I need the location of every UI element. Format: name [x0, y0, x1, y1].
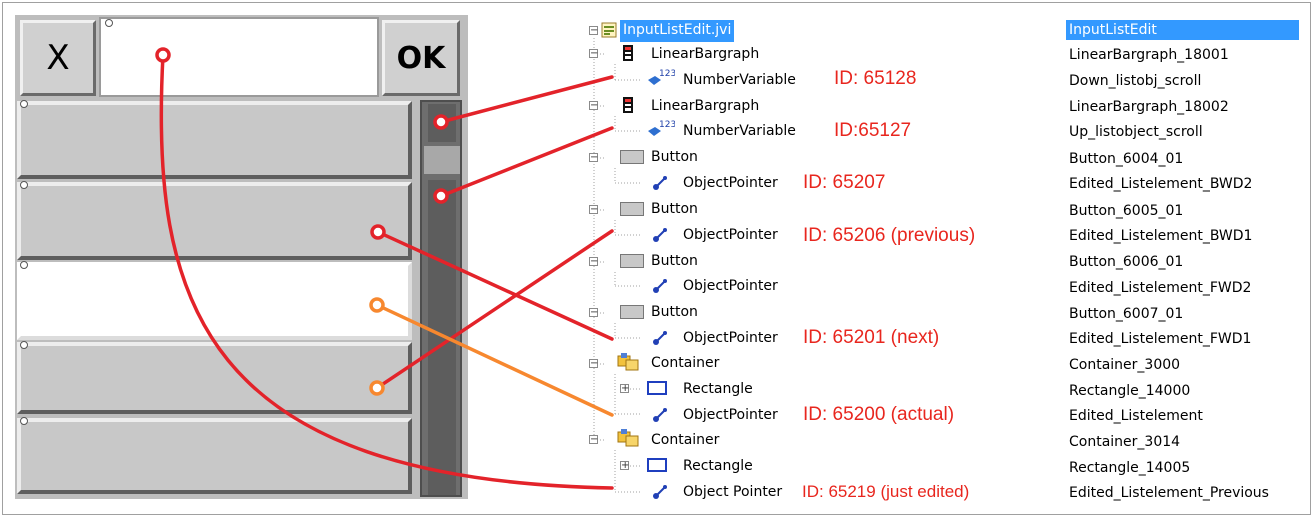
connector-overlay: [155, 47, 614, 490]
connector-just-edited: [159, 53, 614, 490]
anchor-dot-edit-field: [155, 47, 171, 63]
connector-scroll-down: [439, 75, 614, 124]
anchor-dot-row-previous: [369, 380, 385, 396]
anchor-dot-row-next: [370, 224, 386, 240]
connector-previous: [375, 229, 614, 390]
connector-scroll-up: [439, 126, 614, 198]
anchor-dot-scroll-up: [433, 188, 449, 204]
anchor-dot-row-actual: [369, 297, 385, 313]
anchor-dot-scroll-down: [433, 114, 449, 130]
